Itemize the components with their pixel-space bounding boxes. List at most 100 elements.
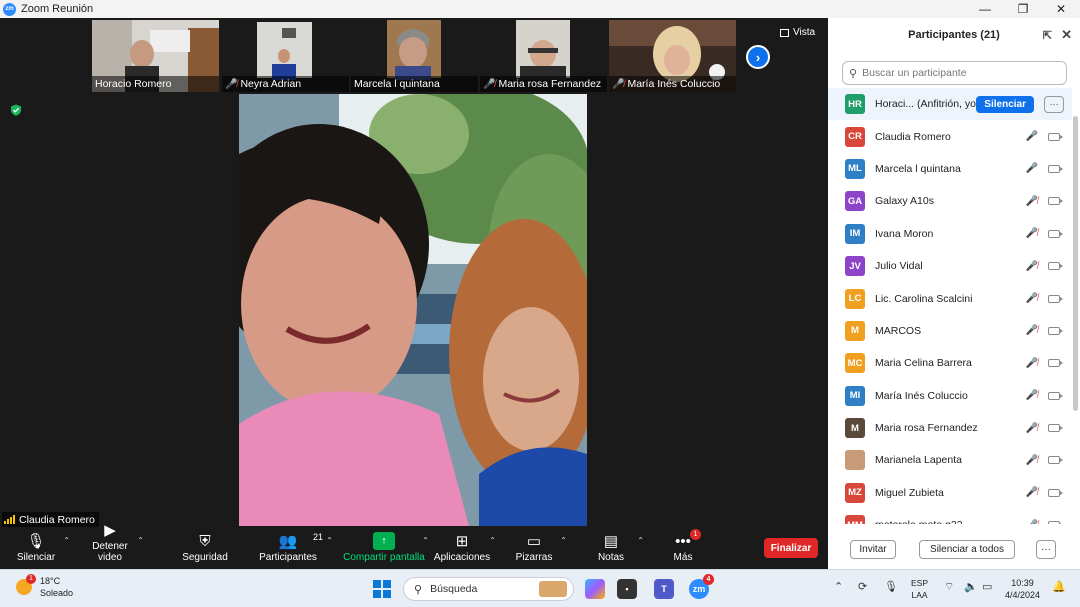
mic-muted-icon[interactable]: 🎤̸ [1026,358,1038,369]
mic-muted-icon[interactable]: 🎤̸ [1026,228,1038,239]
chevron-up-icon[interactable]: ⌃ [489,536,496,545]
participant-row-host[interactable]: HR Horaci... (Anfitrión, yo) Silenciar ·… [828,88,1072,121]
apps-button[interactable]: ⊞ Aplicaciones ⌃ [434,528,496,569]
video-camera-icon[interactable] [1048,164,1063,173]
participant-row[interactable]: LC Lic. Carolina Scalcini 🎤̸ [828,282,1072,314]
copilot-icon[interactable] [585,579,605,599]
next-page-arrow-icon[interactable]: › [746,45,770,69]
participant-more-button[interactable]: ··· [1044,95,1064,113]
video-camera-icon[interactable] [1048,424,1063,433]
participant-name: Marianela Lapenta [875,454,962,467]
stop-video-button[interactable]: ▶︎ Detener video ⌃ [80,522,144,569]
video-camera-icon[interactable] [1048,488,1063,497]
wifi-icon[interactable]: ⌔ [944,580,954,594]
chevron-up-icon[interactable]: ⌃ [834,580,843,593]
video-thumbnail[interactable]: 🎤̸ Neyra Adrian [222,20,349,92]
active-speaker-video[interactable] [239,94,587,526]
weather-widget[interactable]: 1 18°C Soleado [16,574,73,599]
chevron-up-icon[interactable]: ⌃ [637,536,644,545]
panel-scrollbar[interactable] [1073,116,1078,411]
pop-out-icon[interactable]: ⇱ [1043,29,1052,42]
participant-row[interactable]: M Maria rosa Fernandez 🎤̸ [828,412,1072,444]
participant-row[interactable]: MZ Miguel Zubieta 🎤̸ [828,477,1072,509]
mute-all-button[interactable]: Silenciar a todos [919,540,1015,559]
video-camera-icon[interactable] [1048,262,1063,271]
participant-row[interactable]: Marianela Lapenta 🎤̸ [828,444,1072,476]
teams-icon[interactable]: T [654,579,674,599]
sync-icon[interactable]: ⟳ [858,580,867,593]
notes-button[interactable]: ▤ Notas ⌃ [596,528,644,569]
mute-button[interactable]: 🎙 Silenciar ⌃ [16,528,70,569]
close-window-icon[interactable]: ✕ [1042,0,1080,18]
mic-muted-icon[interactable]: 🎤̸ [1026,261,1038,272]
chevron-up-icon[interactable]: ⌃ [326,536,333,545]
video-thumbnail[interactable]: Marcela l quintana [351,20,478,92]
encryption-shield-icon[interactable] [10,104,22,116]
video-camera-icon[interactable] [1048,359,1063,368]
mic-muted-icon[interactable]: 🎤̸ [1026,325,1038,336]
minimize-icon[interactable]: — [966,0,1004,18]
chevron-up-icon[interactable]: ⌃ [422,536,429,545]
file-explorer-icon[interactable]: ▪ [617,579,637,599]
video-camera-icon[interactable] [1048,456,1063,465]
mic-muted-icon[interactable]: 🎤̸ [1026,520,1038,524]
video-camera-icon[interactable] [1048,294,1063,303]
mute-participant-button[interactable]: Silenciar [976,95,1034,113]
windows-taskbar: 1 18°C Soleado ⚲ Búsqueda ▪ T zm 4 ⌃ ⟳ 🎙… [0,569,1080,607]
participant-row[interactable]: JV Julio Vidal 🎤̸ [828,250,1072,282]
volume-icon[interactable]: 🔈 [964,580,978,593]
security-button[interactable]: ⛨ Seguridad [182,528,228,569]
video-thumbnail[interactable]: Horacio Romero [92,20,219,92]
battery-icon[interactable]: ▭ [982,580,992,593]
participant-name: Maria Celina Barrera [875,357,972,370]
chevron-up-icon[interactable]: ⌃ [560,536,567,545]
mic-muted-icon[interactable]: 🎤̸ [1026,390,1038,401]
video-camera-icon[interactable] [1048,326,1063,335]
whiteboards-button[interactable]: ▭ Pizarras ⌃ [515,528,567,569]
video-camera-icon[interactable] [1048,132,1063,141]
microphone-icon[interactable]: 🎤 [1026,163,1038,174]
grid-view-icon [780,28,789,37]
maximize-icon[interactable]: ❐ [1004,0,1042,18]
participant-row[interactable]: IM Ivana Moron 🎤̸ [828,218,1072,250]
video-camera-icon[interactable] [1048,521,1063,524]
more-button[interactable]: ••• Más 1 [671,528,701,569]
chevron-up-icon[interactable]: ⌃ [137,536,144,545]
video-camera-icon[interactable] [1048,229,1063,238]
participants-button[interactable]: 👥 Participantes 21 ⌃ [259,528,333,569]
panel-more-button[interactable]: ··· [1036,540,1056,559]
participant-row[interactable]: MC Maria Celina Barrera 🎤̸ [828,347,1072,379]
close-panel-icon[interactable]: ✕ [1061,27,1072,43]
mic-muted-icon[interactable]: 🎤̸ [1026,487,1038,498]
clock[interactable]: 10:39 4/4/2024 [1005,577,1040,601]
participant-row[interactable]: GA Galaxy A10s 🎤̸ [828,185,1072,217]
end-meeting-button[interactable]: Finalizar [764,538,818,558]
mic-muted-icon[interactable]: 🎤̸ [1026,196,1038,207]
mic-muted-icon[interactable]: 🎤̸ [1026,455,1038,466]
taskbar-search-box[interactable]: ⚲ Búsqueda [403,577,574,601]
windows-start-icon[interactable] [373,580,391,598]
video-camera-icon[interactable] [1048,391,1063,400]
avatar: M [845,418,865,439]
zoom-taskbar-icon[interactable]: zm 4 [689,574,714,599]
participant-search-input[interactable]: ⚲ Buscar un participante [842,61,1067,85]
microphone-icon[interactable]: 🎤 [1026,131,1038,142]
participant-row[interactable]: ML Marcela l quintana 🎤 [828,153,1072,185]
notification-bell-icon[interactable]: 🔔 [1052,580,1066,593]
video-thumbnail[interactable]: 🎤̸ María Inés Coluccio [609,20,736,92]
invite-button[interactable]: Invitar [850,540,896,559]
view-button[interactable]: Vista [780,27,815,38]
participant-row[interactable]: CR Claudia Romero 🎤 [828,120,1072,152]
video-thumbnail[interactable]: 🎤̸ Maria rosa Fernandez [480,20,607,92]
mic-muted-icon[interactable]: 🎤̸ [1026,423,1038,434]
participant-row[interactable]: M MARCOS 🎤̸ [828,315,1072,347]
mic-muted-icon[interactable]: 🎤̸ [1026,293,1038,304]
participant-row[interactable]: MM motorola moto g22 🎤̸ [828,509,1072,524]
video-camera-icon[interactable] [1048,197,1063,206]
avatar: CR [845,126,865,147]
chevron-up-icon[interactable]: ⌃ [63,536,70,545]
language-indicator[interactable]: ESP LAA [911,577,928,601]
microphone-icon[interactable]: 🎙 [884,580,898,593]
participant-row[interactable]: MI María Inés Coluccio 🎤̸ [828,380,1072,412]
share-screen-button[interactable]: ↑ Compartir pantalla ⌃ [343,528,429,569]
